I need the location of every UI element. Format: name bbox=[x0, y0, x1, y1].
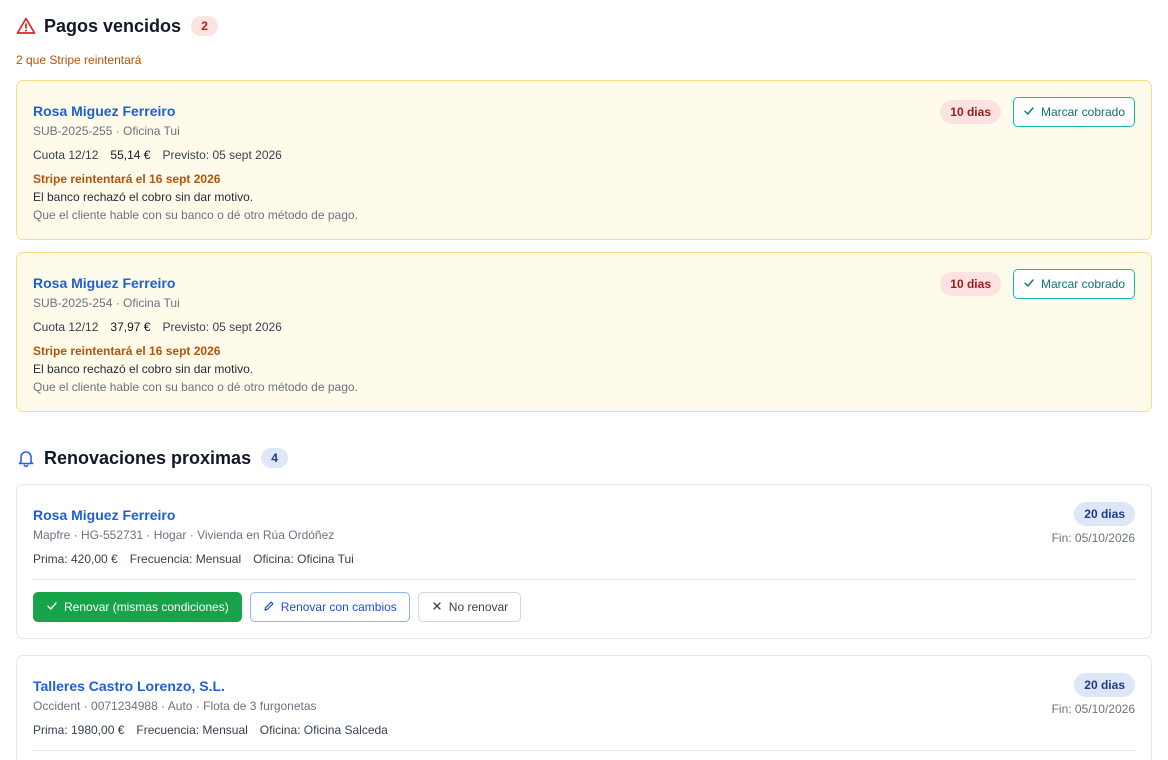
x-icon bbox=[431, 600, 443, 615]
expected-date: Previsto: 05 sept 2026 bbox=[162, 320, 282, 334]
frequency-value: Frecuencia: Mensual bbox=[136, 723, 248, 737]
renewal-actions: Renovar (mismas condiciones) Renovar con… bbox=[33, 592, 522, 622]
frequency-value: Frecuencia: Mensual bbox=[129, 552, 242, 566]
decline-hint: Que el cliente hable con su banco o dé o… bbox=[33, 380, 358, 394]
client-name-link[interactable]: Talleres Castro Lorenzo, S.L. bbox=[33, 678, 225, 694]
card-divider bbox=[33, 750, 1135, 751]
end-date: Fin: 05/10/2026 bbox=[1051, 702, 1135, 716]
overdue-card: Rosa Miguez Ferreiro SUB-2025-255 · Ofic… bbox=[16, 80, 1152, 240]
mark-paid-label: Marcar cobrado bbox=[1040, 277, 1126, 291]
days-remaining-badge: 20 dias bbox=[1074, 502, 1135, 526]
overdue-title: Pagos vencidos bbox=[44, 15, 182, 36]
overdue-section-header: Pagos vencidos 2 bbox=[16, 15, 219, 37]
retry-date: Stripe reintentará el 16 sept 2026 bbox=[33, 344, 221, 358]
policy-details-line: Prima: 420,00 € Frecuencia: Mensual Ofic… bbox=[33, 552, 354, 566]
bell-icon bbox=[16, 448, 36, 468]
policy-details-line: Prima: 1980,00 € Frecuencia: Mensual Ofi… bbox=[33, 723, 388, 737]
days-overdue-badge: 10 dias bbox=[940, 272, 1001, 296]
mark-paid-label: Marcar cobrado bbox=[1040, 105, 1126, 119]
subscription-meta: SUB-2025-254 · Oficina Tui bbox=[33, 296, 180, 310]
installment-label: Cuota 12/12 bbox=[33, 320, 99, 334]
no-renew-label: No renovar bbox=[448, 600, 509, 614]
overdue-retry-note: 2 que Stripe reintentará bbox=[16, 53, 142, 67]
client-name-link[interactable]: Rosa Miguez Ferreiro bbox=[33, 103, 175, 119]
expected-date: Previsto: 05 sept 2026 bbox=[162, 148, 282, 162]
card-divider bbox=[33, 579, 1135, 580]
pencil-icon bbox=[263, 600, 275, 615]
check-icon bbox=[1023, 105, 1035, 120]
renewals-count-badge: 4 bbox=[261, 448, 289, 468]
mark-paid-button[interactable]: Marcar cobrado bbox=[1013, 269, 1135, 299]
decline-reason: El banco rechazó el cobro sin dar motivo… bbox=[33, 362, 254, 376]
client-name-link[interactable]: Rosa Miguez Ferreiro bbox=[33, 507, 175, 523]
overdue-card: Rosa Miguez Ferreiro SUB-2025-254 · Ofic… bbox=[16, 252, 1152, 412]
renewals-section-header: Renovaciones proximas 4 bbox=[16, 447, 289, 469]
office-value: Oficina: Oficina Salceda bbox=[259, 723, 388, 737]
subscription-meta: SUB-2025-255 · Oficina Tui bbox=[33, 124, 180, 138]
end-date: Fin: 05/10/2026 bbox=[1051, 531, 1135, 545]
renew-with-changes-label: Renovar con cambios bbox=[280, 600, 397, 614]
policy-meta: Mapfre · HG-552731 · Hogar · Vivienda en… bbox=[33, 528, 335, 542]
check-icon bbox=[46, 600, 58, 615]
decline-reason: El banco rechazó el cobro sin dar motivo… bbox=[33, 190, 254, 204]
renew-same-button[interactable]: Renovar (mismas condiciones) bbox=[33, 592, 242, 622]
retry-date: Stripe reintentará el 16 sept 2026 bbox=[33, 172, 221, 186]
renewals-title: Renovaciones proximas bbox=[44, 447, 252, 468]
renewal-card: Talleres Castro Lorenzo, S.L. Occident ·… bbox=[16, 655, 1152, 760]
renew-same-label: Renovar (mismas condiciones) bbox=[64, 600, 229, 614]
premium-value: Prima: 1980,00 € bbox=[33, 723, 125, 737]
policy-meta: Occident · 0071234988 · Auto · Flota de … bbox=[33, 699, 317, 713]
office-value: Oficina: Oficina Tui bbox=[253, 552, 354, 566]
warning-triangle-icon bbox=[16, 16, 36, 36]
amount-value: 37,97 € bbox=[110, 320, 151, 334]
premium-value: Prima: 420,00 € bbox=[33, 552, 118, 566]
payment-line: Cuota 12/12 55,14 € Previsto: 05 sept 20… bbox=[33, 148, 282, 162]
client-name-link[interactable]: Rosa Miguez Ferreiro bbox=[33, 275, 175, 291]
amount-value: 55,14 € bbox=[110, 148, 151, 162]
renew-with-changes-button[interactable]: Renovar con cambios bbox=[249, 592, 410, 622]
no-renew-button[interactable]: No renovar bbox=[417, 592, 522, 622]
overdue-count-badge: 2 bbox=[191, 16, 219, 36]
days-remaining-badge: 20 dias bbox=[1074, 673, 1135, 697]
mark-paid-button[interactable]: Marcar cobrado bbox=[1013, 97, 1135, 127]
days-overdue-badge: 10 dias bbox=[940, 100, 1001, 124]
renewal-card: Rosa Miguez Ferreiro Mapfre · HG-552731 … bbox=[16, 484, 1152, 639]
installment-label: Cuota 12/12 bbox=[33, 148, 99, 162]
check-icon bbox=[1023, 277, 1035, 292]
decline-hint: Que el cliente hable con su banco o dé o… bbox=[33, 208, 358, 222]
payment-line: Cuota 12/12 37,97 € Previsto: 05 sept 20… bbox=[33, 320, 282, 334]
